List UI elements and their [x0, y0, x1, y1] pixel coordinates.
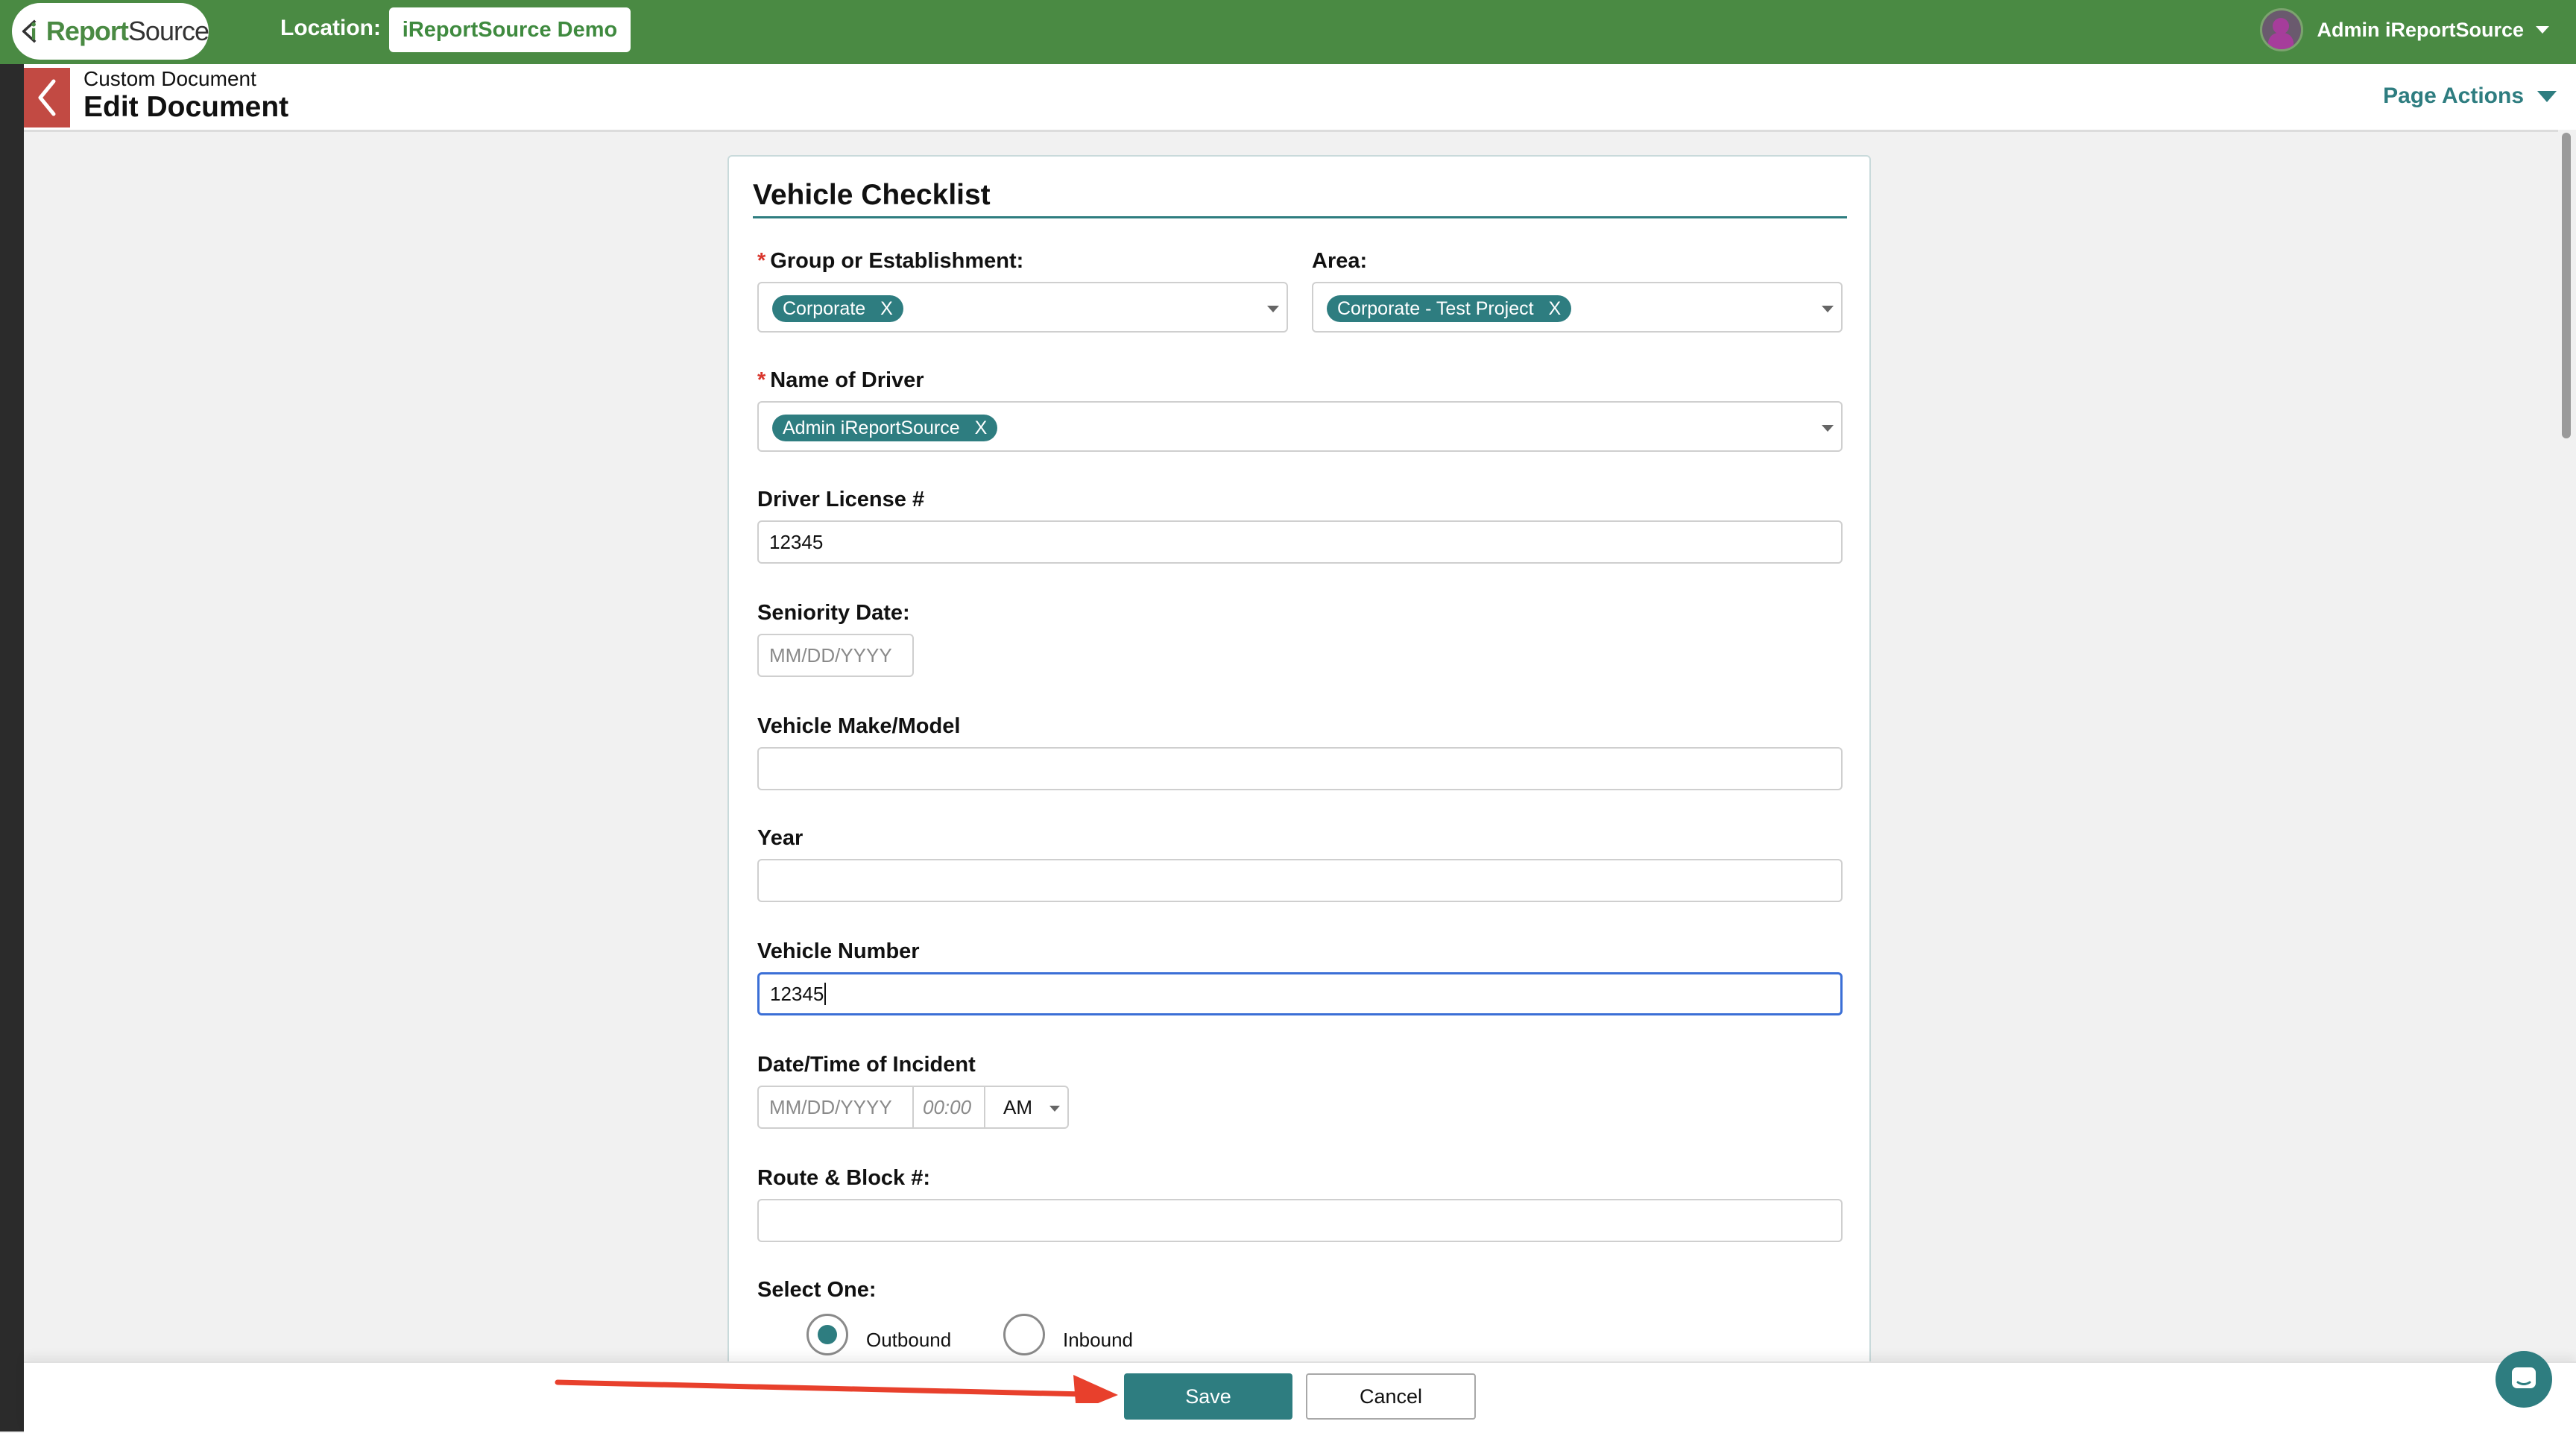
remove-chip-button[interactable]: X [975, 418, 988, 439]
vehicle-number-label: Vehicle Number [757, 939, 920, 963]
required-marker: * [757, 249, 766, 273]
remove-chip-button[interactable]: X [880, 298, 893, 320]
chevron-down-icon [2536, 26, 2549, 34]
chevron-left-icon [38, 79, 56, 116]
incident-date-input[interactable]: MM/DD/YYYY [757, 1086, 914, 1129]
incident-time-input[interactable]: 00:00 [912, 1086, 985, 1129]
cancel-button[interactable]: Cancel [1306, 1373, 1476, 1420]
logo-chevron-icon [22, 19, 37, 43]
area-select[interactable]: Corporate - Test Project X [1312, 282, 1843, 333]
route-label: Route & Block #: [757, 1166, 931, 1190]
breadcrumb: Custom Document [83, 67, 256, 90]
chevron-down-icon [1049, 1106, 1060, 1112]
group-chip: Corporate X [772, 295, 903, 322]
outbound-label: Outbound [866, 1329, 952, 1351]
required-marker: * [757, 368, 766, 392]
year-label: Year [757, 826, 804, 850]
incident-label: Date/Time of Incident [757, 1053, 976, 1077]
red-arrow-annotation [555, 1375, 1118, 1403]
save-button[interactable]: Save [1124, 1373, 1292, 1420]
chevron-down-icon [1267, 306, 1279, 312]
user-menu[interactable]: Admin iReportSource [2260, 7, 2549, 52]
inbound-radio[interactable] [1003, 1314, 1045, 1355]
remove-chip-button[interactable]: X [1549, 298, 1562, 320]
inbound-label: Inbound [1063, 1329, 1133, 1351]
chat-icon [2512, 1367, 2536, 1388]
select-one-label: Select One: [757, 1278, 877, 1302]
title-divider [753, 216, 1847, 218]
logo-text: ReportSource [45, 16, 209, 46]
seniority-label: Seniority Date: [757, 601, 910, 625]
area-chip: Corporate - Test Project X [1327, 295, 1572, 322]
location-selector-button[interactable]: iReportSource Demo [389, 7, 631, 52]
vertical-scrollbar[interactable] [2558, 130, 2576, 1367]
driver-select[interactable]: Admin iReportSource X [757, 401, 1843, 452]
chevron-down-icon [1822, 425, 1834, 432]
chevron-down-icon [1822, 306, 1834, 312]
ireportsource-logo[interactable]: ReportSource [12, 3, 209, 60]
seniority-date-input[interactable]: MM/DD/YYYY [757, 634, 914, 677]
page-header: Custom Document Edit Document Page Actio… [24, 64, 2576, 132]
license-label: Driver License # [757, 488, 925, 511]
year-input[interactable] [757, 859, 1843, 902]
make-model-input[interactable] [757, 747, 1843, 790]
area-label: Area: [1312, 249, 1368, 273]
page-actions-dropdown[interactable]: Page Actions [2383, 84, 2557, 109]
vehicle-number-input[interactable]: 12345 [757, 972, 1843, 1015]
outbound-radio[interactable] [806, 1314, 848, 1355]
form-title: Vehicle Checklist [753, 179, 991, 211]
driver-chip: Admin iReportSource X [772, 415, 998, 441]
form-footer [24, 1361, 2576, 1433]
group-select[interactable]: Corporate X [757, 282, 1288, 333]
chat-button[interactable] [2496, 1351, 2552, 1408]
left-sidebar-strip [0, 64, 24, 1432]
location-label: Location: [280, 16, 381, 40]
top-navigation-bar: ReportSource Location: iReportSource Dem… [0, 0, 2576, 64]
vehicle-checklist-form: Vehicle Checklist * Group or Establishmen… [727, 155, 1871, 1378]
user-name: Admin iReportSource [2317, 18, 2524, 41]
route-input[interactable] [757, 1199, 1843, 1242]
scrollbar-thumb[interactable] [2562, 133, 2571, 438]
driver-label: * Name of Driver [757, 368, 924, 392]
license-input[interactable]: 12345 [757, 520, 1843, 564]
group-label: * Group or Establishment: [757, 249, 1024, 273]
text-cursor [824, 983, 827, 1005]
back-button[interactable] [24, 68, 70, 127]
make-model-label: Vehicle Make/Model [757, 714, 961, 738]
ampm-select[interactable]: AM [985, 1086, 1069, 1129]
chevron-down-icon [2537, 90, 2557, 102]
avatar [2260, 8, 2304, 51]
page-actions-label: Page Actions [2383, 84, 2524, 108]
page-title: Edit Document [83, 91, 289, 123]
